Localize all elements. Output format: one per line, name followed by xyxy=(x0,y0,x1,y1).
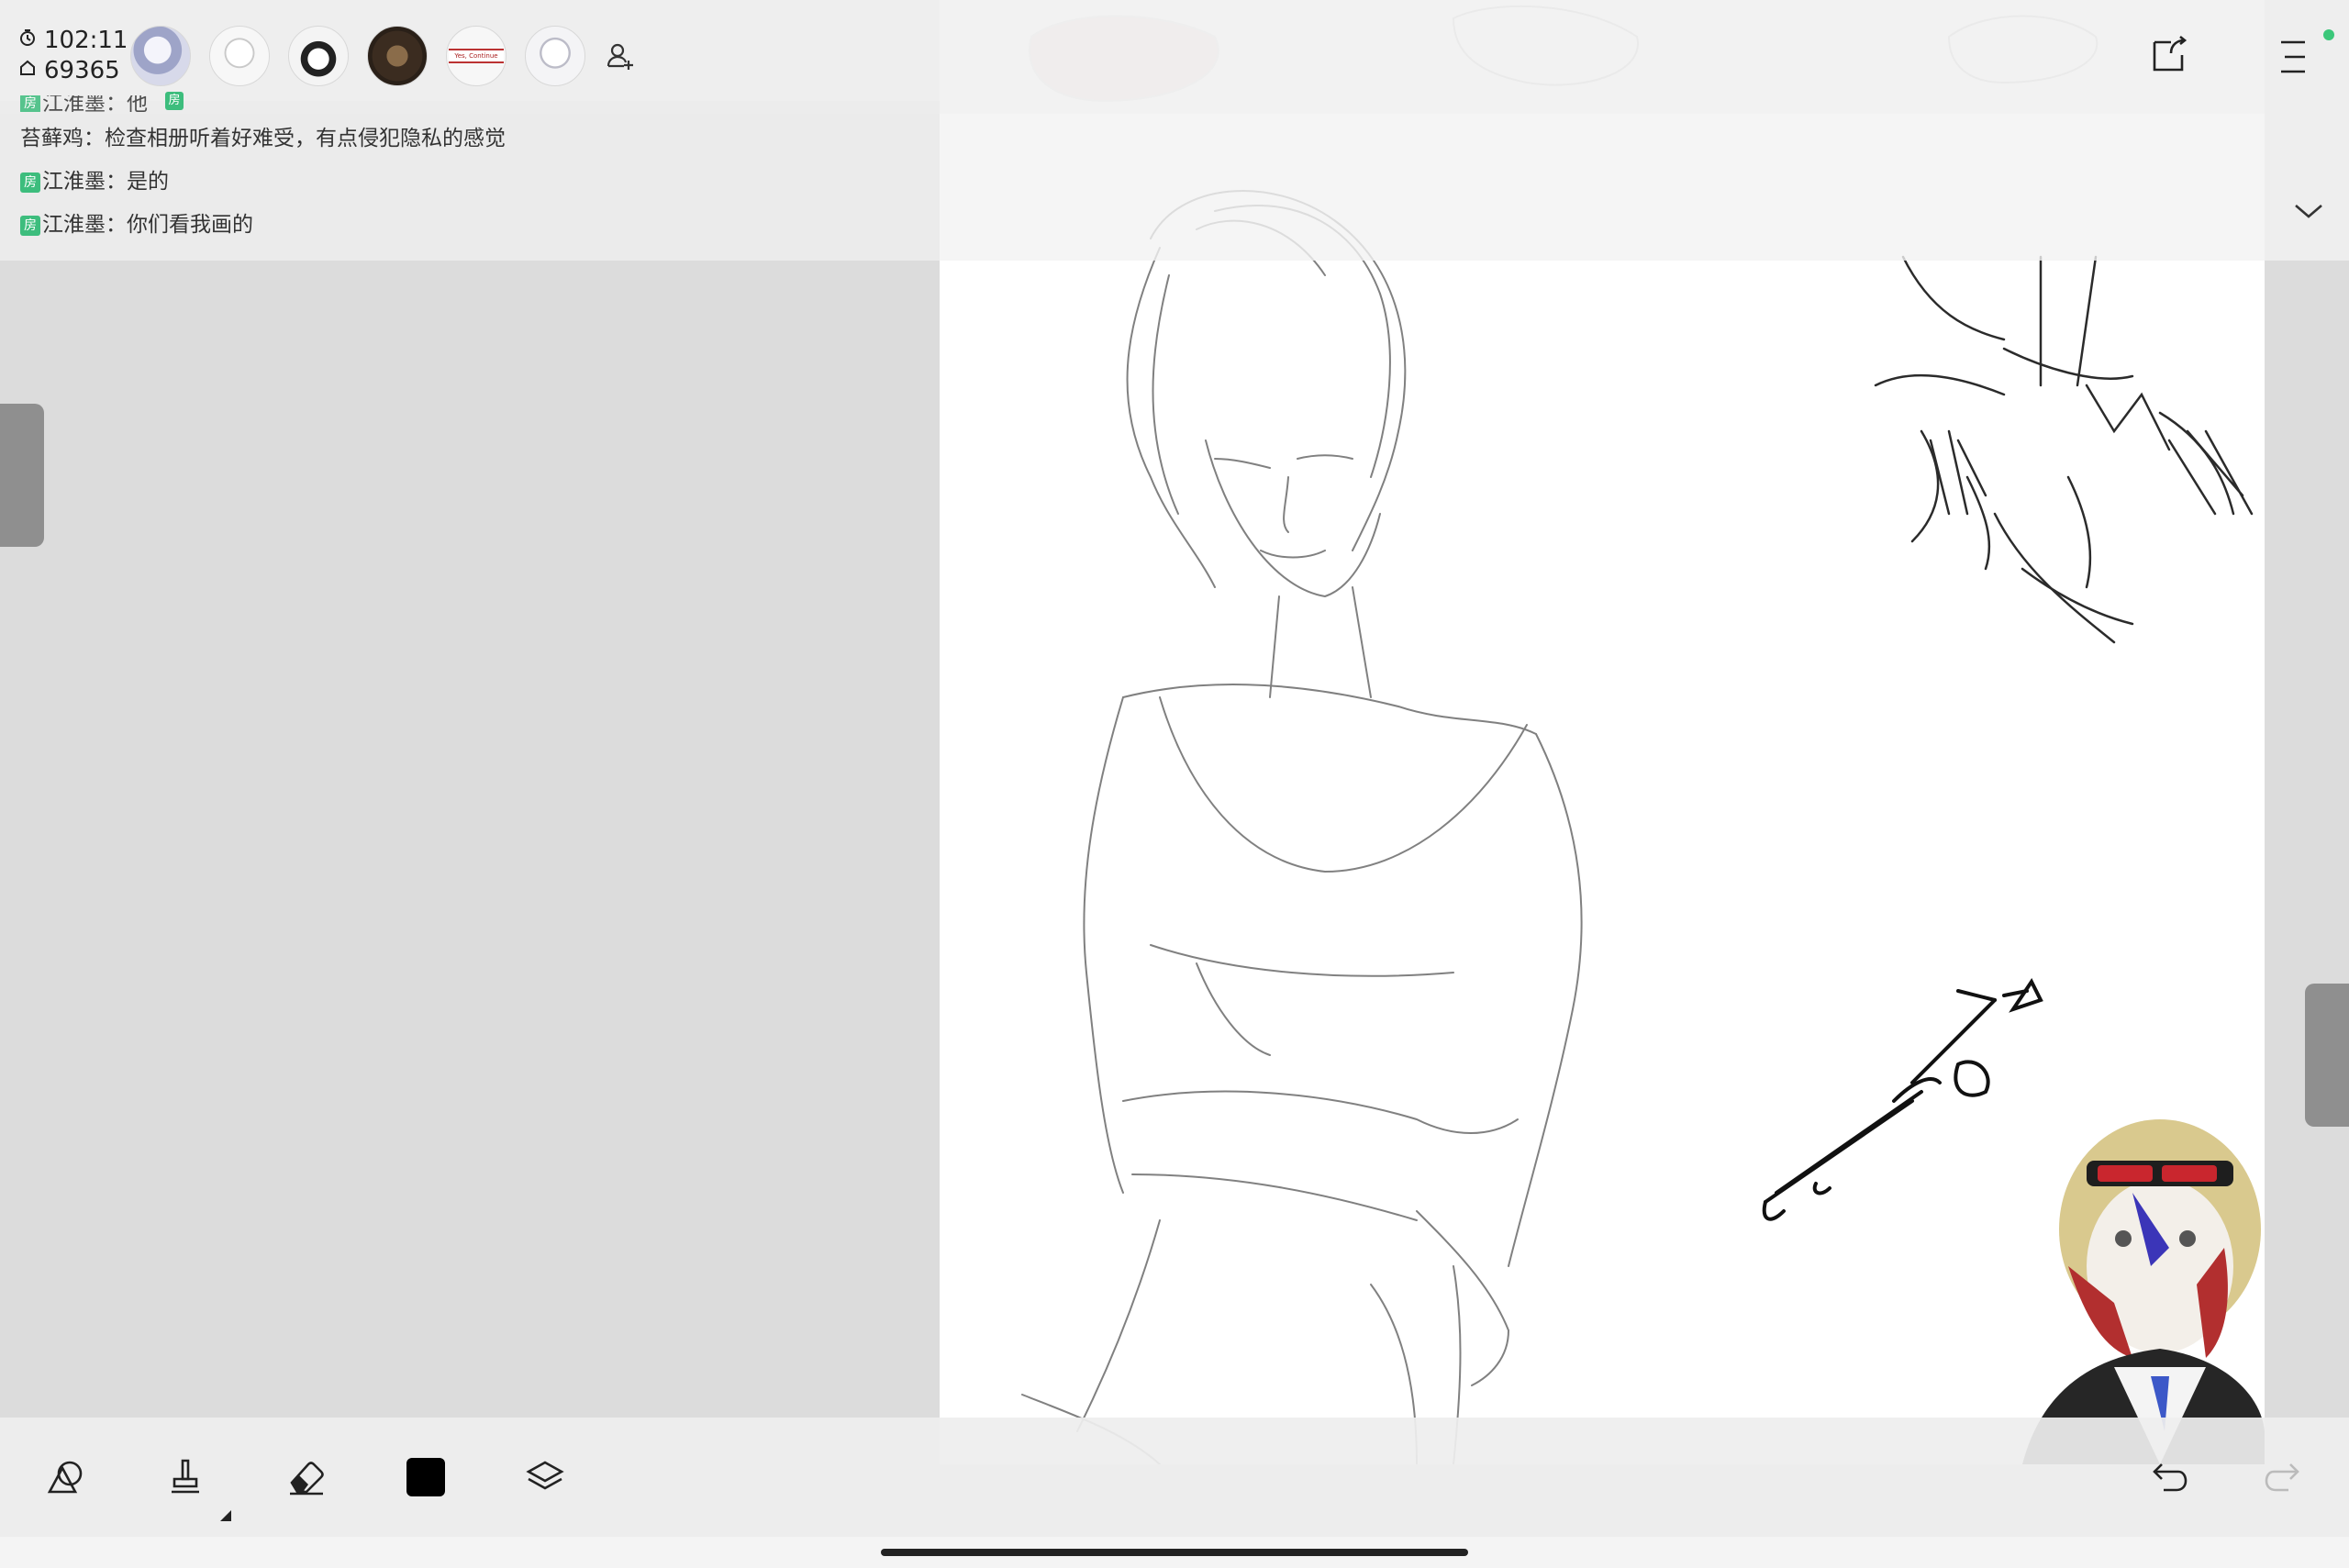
chat-text: 他 xyxy=(127,95,148,112)
redo-icon[interactable] xyxy=(2257,1451,2309,1503)
eraser-tool-icon[interactable] xyxy=(281,1451,332,1503)
undo-icon[interactable] xyxy=(2143,1451,2195,1503)
bottom-toolbar xyxy=(0,1418,2349,1537)
right-drawer-handle[interactable] xyxy=(2305,984,2349,1127)
chat-sender: 江淮墨 xyxy=(42,95,106,112)
room-badge: 房 xyxy=(20,172,40,193)
participant-list: Yes, Continue xyxy=(130,26,585,86)
room-badge: 房 xyxy=(20,95,40,112)
participant-avatar[interactable]: Yes, Continue xyxy=(446,26,507,86)
chat-separator: ： xyxy=(106,95,127,112)
participant-avatar[interactable] xyxy=(367,26,428,86)
hamburger-menu-icon[interactable] xyxy=(2272,35,2316,79)
chat-separator: ： xyxy=(83,127,105,150)
timer-value: 102:11 xyxy=(44,27,128,54)
chat-separator: ： xyxy=(106,170,127,194)
chat-sender: 苔藓鸡 xyxy=(20,127,83,150)
chat-message: 房 江淮墨： 你们看我画的 xyxy=(20,204,506,247)
chat-text: 是的 xyxy=(127,170,169,194)
home-indicator[interactable] xyxy=(881,1549,1468,1556)
popularity-value: 69365 xyxy=(44,57,120,84)
chat-panel-overlay xyxy=(940,114,2349,261)
room-stats: 102:11 69365 xyxy=(17,26,128,86)
avatar-thumbnail-text: Yes, Continue xyxy=(449,49,504,63)
chevron-down-icon[interactable] xyxy=(2287,193,2331,229)
chat-messages: 房 江淮墨： 他 苔藓鸡： 检查相册听着好难受，有点侵犯隐私的感觉 房 江淮墨：… xyxy=(20,95,506,247)
left-drawer-handle[interactable] xyxy=(0,404,44,547)
chat-text: 检查相册听着好难受，有点侵犯隐私的感觉 xyxy=(105,127,506,150)
chat-message: 房 江淮墨： 是的 xyxy=(20,161,506,204)
shape-tool-icon[interactable] xyxy=(40,1451,92,1503)
clock-icon xyxy=(17,26,39,56)
chat-message: 房 江淮墨： 他 xyxy=(20,95,506,112)
chat-sender: 江淮墨 xyxy=(42,170,106,194)
chat-text: 你们看我画的 xyxy=(127,213,253,237)
participant-avatar[interactable] xyxy=(209,26,270,86)
layers-icon[interactable] xyxy=(519,1451,571,1503)
participant-avatar[interactable] xyxy=(130,26,191,86)
chat-separator: ： xyxy=(106,213,127,237)
chat-sender: 江淮墨 xyxy=(42,213,106,237)
share-image-icon[interactable] xyxy=(2147,33,2191,77)
home-icon xyxy=(17,56,39,86)
room-badge: 房 xyxy=(20,215,40,236)
participant-avatar[interactable] xyxy=(288,26,349,86)
tool-options-indicator xyxy=(220,1510,231,1521)
color-swatch[interactable] xyxy=(400,1451,451,1503)
brush-tool-icon[interactable] xyxy=(160,1451,211,1503)
chat-message: 苔藓鸡： 检查相册听着好难受，有点侵犯隐私的感觉 xyxy=(20,117,506,161)
add-user-icon[interactable] xyxy=(604,40,635,72)
notification-dot xyxy=(2323,29,2334,40)
participant-avatar[interactable] xyxy=(525,26,585,86)
